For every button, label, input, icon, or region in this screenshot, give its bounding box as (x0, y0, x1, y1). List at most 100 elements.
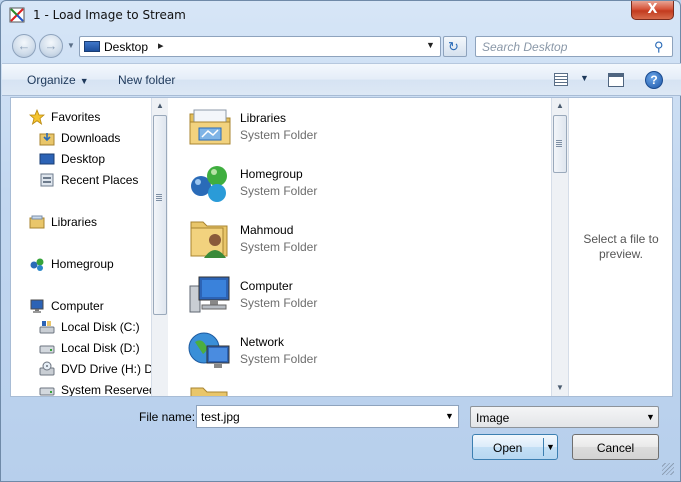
drive-icon (39, 345, 55, 354)
libraries-icon (29, 215, 45, 229)
search-icon[interactable]: ⚲ (654, 39, 664, 55)
toolbar: Organize ▼ New folder ▼ ? (2, 63, 681, 96)
scroll-thumb[interactable] (153, 115, 167, 315)
preview-message-line2: preview. (598, 247, 644, 261)
sidebar-item-label: Local Disk (D:) (61, 341, 140, 355)
list-item-mahmoud[interactable]: Mahmoud System Folder (187, 216, 487, 272)
address-bar[interactable]: Desktop ▸ ▼ (79, 36, 441, 57)
recent-pages-dropdown[interactable]: ▼ (67, 41, 75, 50)
network-icon (188, 332, 230, 368)
file-list-scrollbar[interactable]: ▲ ▼ (551, 98, 568, 396)
chevron-down-icon: ▼ (580, 73, 589, 83)
scroll-up-icon[interactable]: ▲ (556, 101, 564, 110)
breadcrumb-chevron-icon[interactable]: ▸ (158, 39, 164, 52)
organize-button[interactable]: Organize ▼ (27, 73, 89, 87)
back-arrow-icon: ← (17, 38, 31, 53)
breadcrumb-desktop[interactable]: Desktop (104, 40, 148, 54)
view-details-icon (554, 73, 568, 86)
dvd-drive-icon (39, 361, 55, 376)
forward-arrow-icon: → (44, 38, 58, 53)
open-button-label: Open (493, 441, 523, 455)
sidebar-item-system-reserved[interactable]: System Reserved (11, 380, 151, 396)
file-type: System Folder (240, 240, 318, 254)
computer-icon (30, 299, 44, 313)
sidebar-item-computer[interactable]: Computer (11, 296, 151, 316)
split-divider (543, 438, 544, 456)
file-type-filter[interactable]: Image ▼ (470, 406, 659, 428)
libraries-folder-icon (189, 109, 231, 145)
sidebar-item-downloads[interactable]: Downloads (11, 128, 151, 148)
browser-content: Favorites Downloads Desktop Recent Place… (10, 97, 673, 397)
sidebar-item-favorites[interactable]: Favorites (11, 107, 151, 127)
refresh-button[interactable]: ↻ (443, 36, 467, 57)
desktop-icon (39, 153, 55, 165)
preview-pane: Select a file to preview. (568, 98, 672, 396)
navigation-scrollbar[interactable]: ▲ (151, 98, 168, 396)
list-item-network[interactable]: Network System Folder (187, 328, 487, 384)
help-button[interactable]: ? (645, 71, 663, 89)
sidebar-item-homegroup[interactable]: Homegroup (11, 254, 151, 274)
sidebar-item-local-disk-c[interactable]: Local Disk (C:) (11, 317, 151, 337)
resize-grip-icon[interactable] (662, 463, 674, 475)
cancel-button[interactable]: Cancel (572, 434, 659, 460)
sidebar-item-label: Homegroup (51, 257, 114, 271)
open-button[interactable]: Open ▼ (472, 434, 558, 460)
file-name-field[interactable]: test.jpg ▼ (196, 405, 459, 428)
chevron-down-icon[interactable]: ▼ (546, 442, 555, 452)
file-type: System Folder (240, 184, 318, 198)
sidebar-item-label: Desktop (61, 152, 106, 166)
sidebar-item-local-disk-d[interactable]: Local Disk (D:) (11, 338, 151, 358)
file-name-value[interactable]: test.jpg (201, 410, 240, 424)
change-view-button[interactable]: ▼ (554, 72, 589, 90)
homegroup-icon (191, 166, 227, 202)
recent-places-icon (40, 173, 54, 187)
sidebar-item-label: System Reserved (61, 383, 151, 396)
preview-message: Select a file to preview. (569, 232, 673, 262)
sidebar-item-label: Downloads (61, 131, 121, 145)
refresh-icon: ↻ (448, 39, 459, 54)
scroll-grip-icon (556, 140, 562, 147)
back-button[interactable]: ← (12, 34, 36, 58)
sidebar-item-label: Computer (51, 299, 104, 313)
new-folder-button[interactable]: New folder (118, 73, 175, 87)
drive-c-icon (39, 321, 55, 334)
list-item-homegroup[interactable]: Homegroup System Folder (187, 160, 487, 216)
title-bar[interactable]: 1 - Load Image to Stream X (1, 1, 681, 29)
search-input[interactable]: Search Desktop ⚲ (475, 36, 673, 57)
scroll-grip-icon (156, 194, 162, 201)
sidebar-item-dvd-drive[interactable]: DVD Drive (H:) D\ (11, 359, 151, 379)
close-button[interactable]: X (631, 1, 674, 20)
list-item-libraries[interactable]: Libraries System Folder (187, 104, 487, 160)
preview-pane-button[interactable] (608, 73, 624, 87)
star-icon (29, 109, 45, 125)
file-name: Homegroup (240, 167, 303, 181)
file-type: System Folder (240, 352, 318, 366)
address-dropdown-icon[interactable]: ▼ (426, 40, 435, 50)
dialog-window: 1 - Load Image to Stream X ← → ▼ Desktop… (0, 0, 681, 482)
sidebar-item-label: Favorites (51, 110, 101, 124)
chevron-down-icon[interactable]: ▼ (445, 411, 454, 421)
scroll-down-icon[interactable]: ▼ (556, 383, 564, 392)
sidebar-item-label: DVD Drive (H:) D\ (61, 362, 151, 376)
sidebar-item-desktop[interactable]: Desktop (11, 149, 151, 169)
file-name-label: File name: (139, 410, 196, 424)
organize-label: Organize (27, 73, 76, 87)
list-item-partial-folder[interactable] (187, 384, 487, 396)
file-name: Mahmoud (240, 223, 294, 237)
file-type: System Folder (240, 128, 318, 142)
list-item-computer[interactable]: Computer System Folder (187, 272, 487, 328)
close-icon: X (647, 2, 658, 17)
scroll-up-icon[interactable]: ▲ (156, 101, 164, 110)
chevron-down-icon: ▼ (646, 412, 655, 422)
sidebar-item-label: Libraries (51, 215, 98, 229)
file-name: Network (240, 335, 285, 349)
forward-button[interactable]: → (39, 34, 63, 58)
file-type: System Folder (240, 296, 318, 310)
sidebar-item-libraries[interactable]: Libraries (11, 212, 151, 232)
file-name: Libraries (240, 111, 287, 125)
navigation-pane: Favorites Downloads Desktop Recent Place… (11, 98, 151, 396)
sidebar-item-recent-places[interactable]: Recent Places (11, 170, 151, 190)
preview-message-line1: Select a file to (583, 232, 659, 246)
drive-icon (39, 387, 55, 396)
downloads-folder-icon (39, 133, 55, 146)
